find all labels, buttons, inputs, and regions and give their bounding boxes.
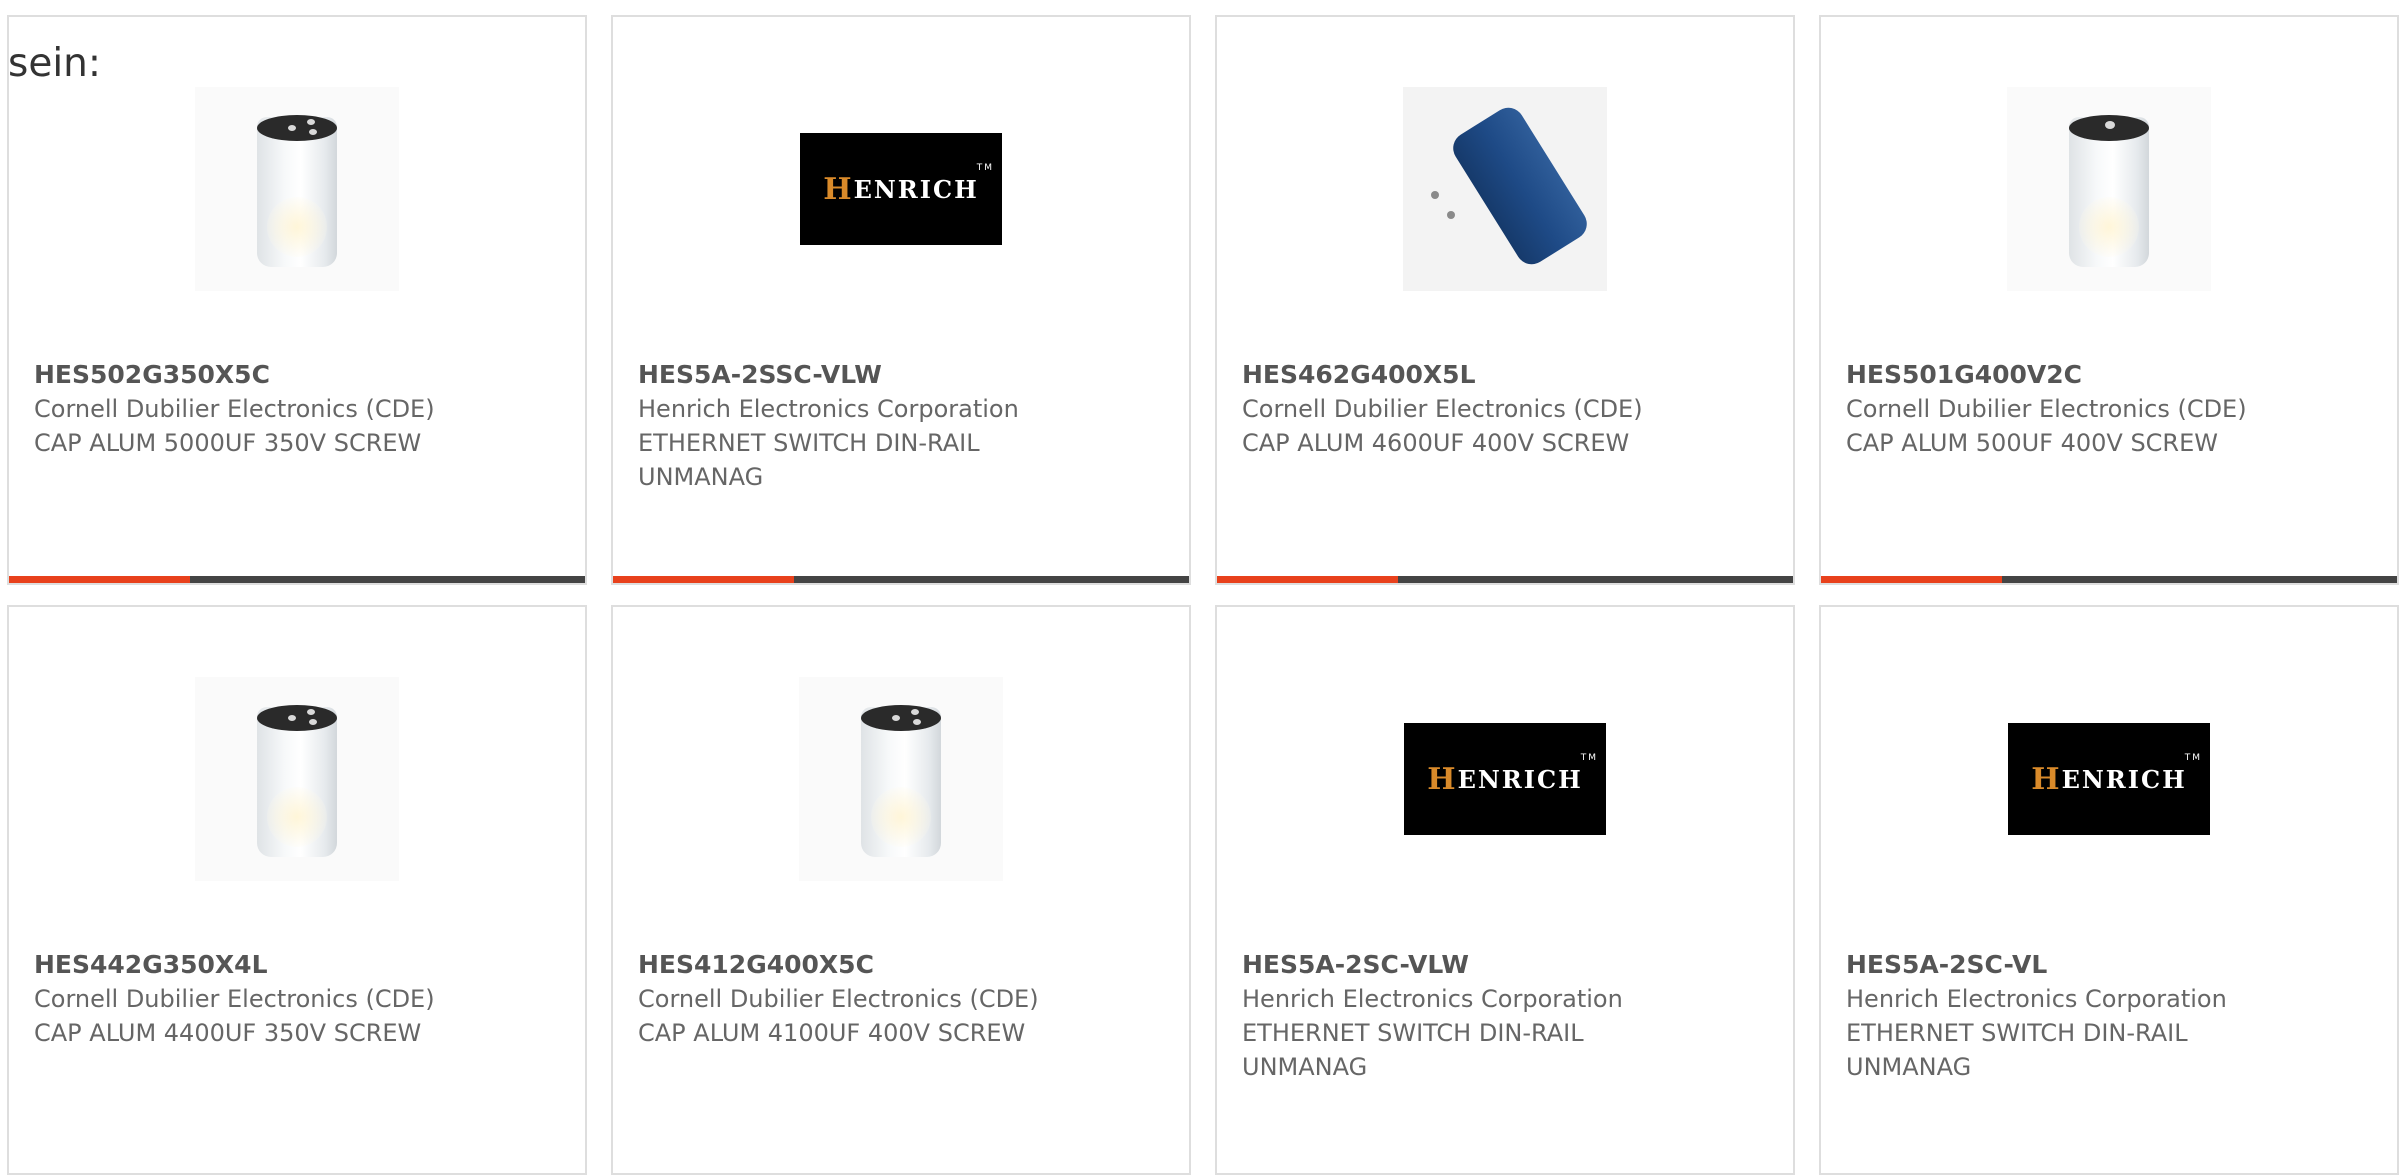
product-description: ETHERNET SWITCH DIN-RAIL UNMANAG — [1242, 1019, 1584, 1081]
product-image[interactable] — [195, 677, 399, 881]
product-card[interactable]: HES462G400X5L Cornell Dubilier Electroni… — [1215, 15, 1795, 585]
manufacturer-name: Cornell Dubilier Electronics (CDE) — [1242, 395, 1643, 423]
henrich-logo: H ENRICH TM — [800, 133, 1002, 245]
henrich-logo: H ENRICH TM — [2008, 723, 2210, 835]
part-number-link[interactable]: HES442G350X4L — [34, 948, 554, 982]
product-image[interactable] — [1403, 87, 1607, 291]
capacitor-white-single-terminal-icon — [2007, 87, 2211, 291]
product-card[interactable]: H ENRICH TM HES5A-2SSC-VLW Henrich Electr… — [611, 15, 1191, 585]
manufacturer-name: Henrich Electronics Corporation — [1846, 985, 2227, 1013]
product-description: CAP ALUM 4600UF 400V SCREW — [1242, 429, 1630, 457]
part-number-link[interactable]: HES5A-2SC-VL — [1846, 948, 2366, 982]
product-grid: HES502G350X5C Cornell Dubilier Electroni… — [7, 15, 2400, 1175]
product-description: CAP ALUM 4400UF 350V SCREW — [34, 1019, 422, 1047]
product-image[interactable] — [799, 677, 1003, 881]
card-accent-bar — [613, 576, 1189, 583]
product-card[interactable]: HES442G350X4L Cornell Dubilier Electroni… — [7, 605, 587, 1175]
manufacturer-name: Cornell Dubilier Electronics (CDE) — [638, 985, 1039, 1013]
manufacturer-name: Cornell Dubilier Electronics (CDE) — [34, 985, 435, 1013]
manufacturer-name: Henrich Electronics Corporation — [638, 395, 1019, 423]
henrich-logo: H ENRICH TM — [1404, 723, 1606, 835]
part-number-link[interactable]: HES5A-2SC-VLW — [1242, 948, 1762, 982]
product-description: ETHERNET SWITCH DIN-RAIL UNMANAG — [1846, 1019, 2188, 1081]
product-card[interactable]: HES501G400V2C Cornell Dubilier Electroni… — [1819, 15, 2399, 585]
capacitor-white-icon — [195, 87, 399, 291]
card-accent-bar — [9, 576, 585, 583]
part-number-link[interactable]: HES502G350X5C — [34, 358, 554, 392]
product-image[interactable]: H ENRICH TM — [799, 87, 1003, 291]
product-description: CAP ALUM 5000UF 350V SCREW — [34, 429, 422, 457]
manufacturer-name: Cornell Dubilier Electronics (CDE) — [1846, 395, 2247, 423]
product-card[interactable]: H ENRICH TM HES5A-2SC-VL Henrich Electron… — [1819, 605, 2399, 1175]
part-number-link[interactable]: HES5A-2SSC-VLW — [638, 358, 1158, 392]
part-number-link[interactable]: HES501G400V2C — [1846, 358, 2366, 392]
capacitor-white-icon — [799, 677, 1003, 881]
product-image[interactable] — [195, 87, 399, 291]
part-number-link[interactable]: HES462G400X5L — [1242, 358, 1762, 392]
product-card[interactable]: HES412G400X5C Cornell Dubilier Electroni… — [611, 605, 1191, 1175]
intro-text: sein: — [8, 41, 102, 86]
card-accent-bar — [1217, 576, 1793, 583]
product-description: CAP ALUM 4100UF 400V SCREW — [638, 1019, 1026, 1047]
product-image[interactable]: H ENRICH TM — [1403, 677, 1607, 881]
product-card[interactable]: HES502G350X5C Cornell Dubilier Electroni… — [7, 15, 587, 585]
product-description: ETHERNET SWITCH DIN-RAIL UNMANAG — [638, 429, 980, 491]
product-description: CAP ALUM 500UF 400V SCREW — [1846, 429, 2218, 457]
product-card[interactable]: H ENRICH TM HES5A-2SC-VLW Henrich Electro… — [1215, 605, 1795, 1175]
capacitor-white-icon — [195, 677, 399, 881]
product-image[interactable]: H ENRICH TM — [2007, 677, 2211, 881]
card-accent-bar — [1821, 576, 2397, 583]
product-image[interactable] — [2007, 87, 2211, 291]
manufacturer-name: Cornell Dubilier Electronics (CDE) — [34, 395, 435, 423]
manufacturer-name: Henrich Electronics Corporation — [1242, 985, 1623, 1013]
part-number-link[interactable]: HES412G400X5C — [638, 948, 1158, 982]
capacitor-blue-icon — [1403, 87, 1607, 291]
